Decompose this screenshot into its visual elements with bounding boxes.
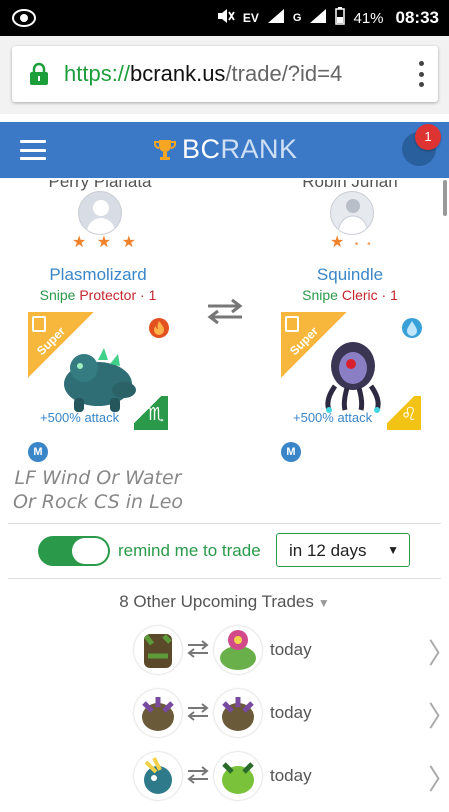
right-m-badge: M bbox=[281, 442, 301, 462]
monster-thumb bbox=[214, 689, 262, 737]
status-bar: EV G 41% 08:33 bbox=[0, 0, 449, 36]
note-icon bbox=[32, 316, 46, 332]
chevron-right-icon[interactable]: 〉 bbox=[428, 632, 449, 672]
swap-arrows-icon bbox=[187, 640, 209, 658]
left-user-avatar[interactable] bbox=[78, 191, 122, 235]
leo-sign-icon: ♌ bbox=[387, 396, 421, 430]
url-host: bcrank.us bbox=[130, 61, 226, 86]
upcoming-trade-row[interactable]: today 〉 bbox=[0, 626, 449, 686]
right-user-avatar[interactable] bbox=[330, 191, 374, 235]
network-type-left: G bbox=[292, 12, 302, 24]
hamburger-menu-icon[interactable] bbox=[20, 140, 46, 160]
squindle-image bbox=[325, 342, 381, 413]
fire-element-icon bbox=[149, 318, 169, 338]
water-element-icon bbox=[402, 318, 422, 338]
monster-thumb bbox=[134, 689, 182, 737]
caret-down-icon: ▼ bbox=[317, 596, 330, 610]
monster-thumb bbox=[134, 752, 182, 800]
right-monster-name[interactable]: Squindle bbox=[270, 265, 430, 285]
trade-when: today bbox=[270, 640, 312, 659]
left-user-stars: ★ ★ ★ bbox=[72, 234, 139, 251]
trophy-icon bbox=[154, 139, 176, 160]
chevron-right-icon[interactable]: 〉 bbox=[428, 695, 449, 735]
scrollbar-thumb[interactable] bbox=[443, 180, 447, 216]
trade-note: LF Wind Or Water Or Rock CS in Leo bbox=[12, 467, 184, 513]
trade-when: today bbox=[270, 766, 312, 785]
left-monster-name[interactable]: Plasmolizard bbox=[18, 265, 178, 285]
battery-icon bbox=[335, 7, 346, 29]
remind-label: remind me to trade bbox=[118, 541, 261, 560]
network-type-right: EV bbox=[242, 11, 259, 25]
chevron-right-icon[interactable]: 〉 bbox=[428, 758, 449, 798]
right-attack-bonus: +500% attack bbox=[293, 410, 373, 425]
upcoming-trades-header[interactable]: 8 Other Upcoming Trades ▼ bbox=[0, 592, 449, 612]
signal-icon-2 bbox=[309, 8, 327, 28]
browser-toolbar: https://bcrank.us/trade/?id=4 bbox=[0, 36, 449, 114]
right-user-stars: ★ • • bbox=[330, 234, 374, 251]
app-header: BCRANK bbox=[0, 122, 449, 178]
monster-thumb bbox=[214, 626, 262, 674]
select-value: in 12 days bbox=[289, 541, 367, 560]
signal-icon bbox=[267, 8, 285, 28]
notification-badge: 1 bbox=[415, 124, 441, 150]
brand-part2: RANK bbox=[220, 134, 298, 164]
monster-thumb bbox=[214, 752, 262, 800]
divider bbox=[8, 523, 441, 524]
scorpio-sign-icon: ♏ bbox=[134, 396, 168, 430]
url-path: /trade/?id=4 bbox=[225, 61, 343, 86]
left-m-badge: M bbox=[28, 442, 48, 462]
upcoming-trade-row[interactable]: today 〉 bbox=[0, 689, 449, 749]
note-icon bbox=[285, 316, 299, 332]
divider bbox=[8, 578, 441, 579]
url-scheme: https:// bbox=[64, 61, 131, 86]
remind-toggle[interactable] bbox=[38, 536, 110, 566]
brand-logo[interactable]: BCRANK bbox=[154, 134, 298, 165]
swap-arrows-icon bbox=[187, 766, 209, 784]
upcoming-trade-row[interactable]: today 〉 bbox=[0, 752, 449, 812]
left-attack-bonus: +500% attack bbox=[40, 410, 120, 425]
mute-icon bbox=[217, 8, 235, 28]
trade-when: today bbox=[270, 703, 312, 722]
clock: 08:33 bbox=[395, 8, 439, 27]
right-monster-card[interactable]: Super +500% attack ♌ bbox=[281, 312, 421, 430]
brand-part1: BC bbox=[182, 134, 221, 164]
left-monster-tags: Snipe Protector · 1 bbox=[39, 287, 157, 303]
plasmolizard-image bbox=[64, 348, 136, 412]
swap-arrows-icon bbox=[207, 298, 243, 325]
url-bar[interactable]: https://bcrank.us/trade/?id=4 bbox=[12, 46, 438, 102]
dropdown-arrow-icon: ▼ bbox=[387, 543, 399, 557]
url-text[interactable]: https://bcrank.us/trade/?id=4 bbox=[64, 61, 342, 87]
left-monster-card[interactable]: Super +500% attack ♏ bbox=[28, 312, 168, 430]
lock-icon bbox=[28, 62, 50, 86]
battery-percent: 41% bbox=[353, 9, 384, 27]
swap-arrows-icon bbox=[187, 703, 209, 721]
right-monster-tags: Snipe Cleric · 1 bbox=[302, 287, 398, 303]
remind-interval-select[interactable]: in 12 days ▼ bbox=[276, 533, 410, 567]
browser-menu-icon[interactable] bbox=[418, 61, 424, 87]
app-eye-icon bbox=[12, 8, 36, 32]
monster-thumb bbox=[134, 626, 182, 674]
